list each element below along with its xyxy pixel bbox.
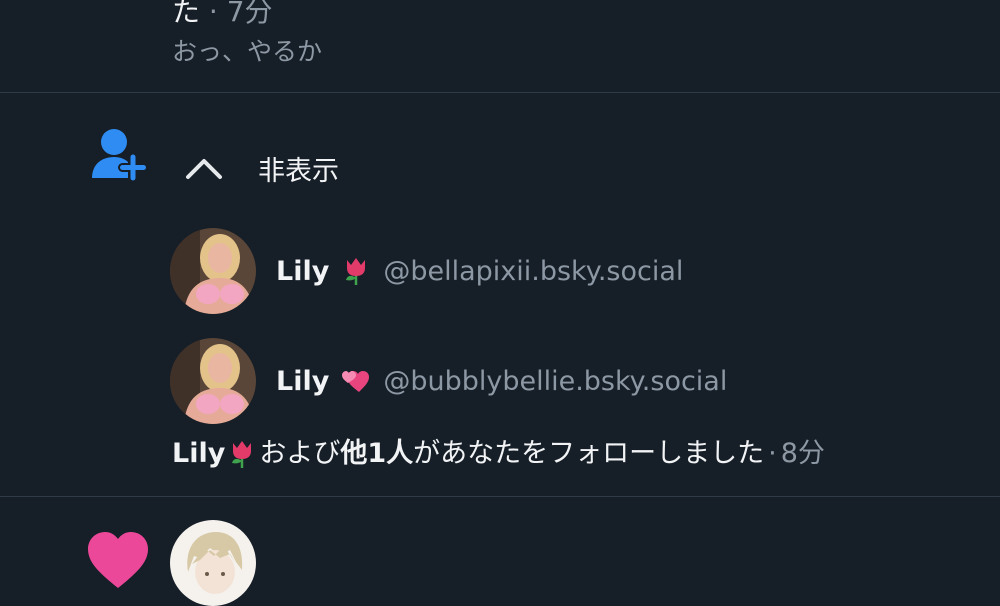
- collapse-toggle-button[interactable]: 非表示: [184, 146, 339, 190]
- follower-row[interactable]: Lily @bubblybellie.bsky.social: [170, 338, 727, 424]
- summary-name[interactable]: Lily: [172, 434, 225, 474]
- prev-notification-separator: ·: [208, 0, 218, 28]
- summary-action: があなたをフォローしました: [413, 438, 765, 469]
- follower-name: Lily: [276, 365, 330, 397]
- follow-summary: Lily および 他1人 があなたをフォローしました · 8分: [172, 434, 825, 474]
- follower-name: Lily: [276, 255, 330, 287]
- person-plus-icon: [90, 126, 148, 184]
- summary-conjunction: および: [259, 438, 341, 469]
- summary-others: 他1人: [340, 438, 414, 469]
- avatar[interactable]: [170, 520, 256, 606]
- follower-handle: @bellapixii.bsky.social: [383, 255, 684, 287]
- avatar[interactable]: [170, 338, 256, 424]
- collapse-label: 非表示: [258, 155, 339, 187]
- prev-notification-time: 7分: [226, 0, 273, 28]
- tulip-icon: [346, 258, 366, 285]
- prev-notification-text: た · 7分: [172, 0, 273, 32]
- revolving-hearts-icon: [342, 371, 370, 392]
- summary-time: 8分: [780, 438, 825, 469]
- divider: [0, 496, 1000, 497]
- divider: [0, 92, 1000, 93]
- heart-icon: [86, 530, 150, 590]
- avatar[interactable]: [170, 228, 256, 314]
- chevron-up-icon: [186, 159, 222, 179]
- prev-notification-fragment: た: [172, 0, 201, 28]
- follower-handle: @bubblybellie.bsky.social: [383, 365, 728, 397]
- follower-row[interactable]: Lily @bellapixii.bsky.social: [170, 228, 683, 314]
- tulip-icon: [232, 441, 252, 468]
- summary-separator: ·: [768, 438, 777, 469]
- prev-notification-reply: おっ、やるか: [172, 37, 323, 66]
